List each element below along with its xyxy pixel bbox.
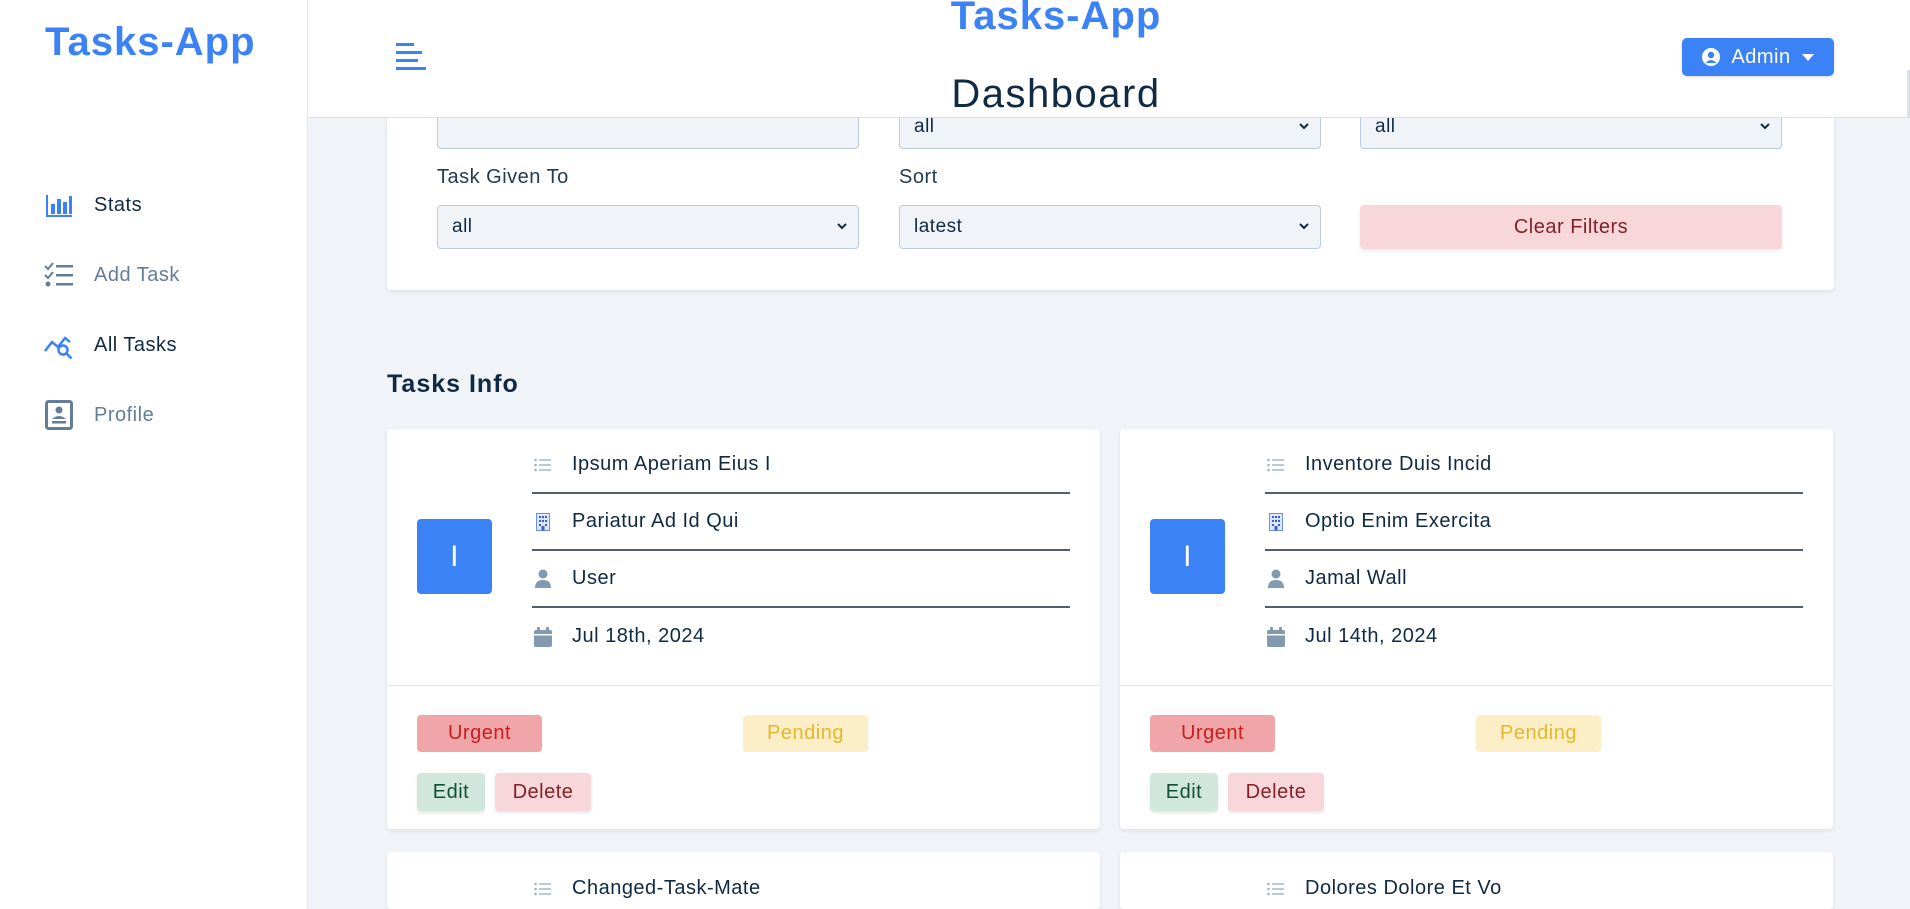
- task-title-row: Dolores Dolore Et Vo: [1265, 860, 1803, 909]
- task-card-header: I Inventore Duis Incid Optio Enim Exerci…: [1120, 429, 1833, 686]
- task-company-row: Pariatur Ad Id Qui: [532, 494, 1070, 551]
- edit-button[interactable]: Edit: [417, 773, 485, 811]
- calendar-icon: [532, 626, 554, 648]
- chart-search-icon: [44, 330, 74, 360]
- building-icon: [1265, 511, 1287, 533]
- priority-badge: Urgent: [1150, 715, 1275, 752]
- task-title-row: Inventore Duis Incid: [1265, 437, 1803, 494]
- task-company: Optio Enim Exercita: [1305, 510, 1492, 532]
- task-card: I Ipsum Aperiam Eius I Pariatur Ad Id Qu…: [387, 429, 1100, 829]
- sidebar-nav: Stats Add Task All Tasks Profile: [0, 170, 307, 450]
- user-icon: [1265, 568, 1287, 590]
- task-card-footer: Urgent Pending Edit Delete: [1120, 686, 1833, 829]
- caret-down-icon: [1801, 54, 1814, 61]
- delete-button[interactable]: Delete: [495, 773, 591, 811]
- clear-filters-button[interactable]: Clear Filters: [1360, 205, 1782, 249]
- status-badge: Pending: [1476, 715, 1601, 752]
- sidebar-item-add-task[interactable]: Add Task: [0, 240, 307, 310]
- list-icon: [532, 454, 554, 476]
- task-card-header: I Ipsum Aperiam Eius I Pariatur Ad Id Qu…: [387, 429, 1100, 686]
- user-circle-icon: [1702, 48, 1721, 66]
- menu-icon: [396, 43, 426, 70]
- sort-label: Sort: [899, 166, 938, 188]
- task-avatar: I: [417, 519, 492, 594]
- tasks-section-title: Tasks Info: [387, 370, 519, 398]
- task-avatar: I: [1150, 519, 1225, 594]
- user-menu-label: Admin: [1731, 45, 1791, 68]
- sidebar-logo[interactable]: Tasks-App: [45, 20, 256, 65]
- task-given-to-select[interactable]: all: [437, 205, 859, 249]
- select-value: all: [914, 116, 935, 137]
- task-list-icon: [44, 260, 74, 290]
- list-icon: [1265, 878, 1287, 900]
- sidebar-item-stats[interactable]: Stats: [0, 170, 307, 240]
- profile-card-icon: [44, 400, 74, 430]
- task-date: Jul 14th, 2024: [1305, 625, 1438, 647]
- chevron-down-icon: [1299, 223, 1309, 230]
- calendar-icon: [1265, 626, 1287, 648]
- task-assignee: User: [572, 567, 617, 589]
- task-title: Inventore Duis Incid: [1305, 453, 1492, 475]
- header-brand: Tasks-App: [950, 0, 1162, 38]
- task-company: Pariatur Ad Id Qui: [572, 510, 739, 532]
- delete-button[interactable]: Delete: [1228, 773, 1324, 811]
- task-card: Dolores Dolore Et Vo: [1120, 852, 1833, 909]
- sidebar-item-all-tasks[interactable]: All Tasks: [0, 310, 307, 380]
- task-date-row: Jul 18th, 2024: [532, 608, 1070, 665]
- sidebar-item-label: All Tasks: [94, 333, 178, 356]
- bar-chart-icon: [44, 190, 74, 220]
- task-date: Jul 18th, 2024: [572, 625, 705, 647]
- task-title-row: Changed-Task-Mate: [532, 860, 1070, 909]
- task-title: Dolores Dolore Et Vo: [1305, 877, 1502, 899]
- task-given-to-label: Task Given To: [437, 166, 569, 188]
- task-assignee-row: Jamal Wall: [1265, 551, 1803, 608]
- topbar: Tasks-App Dashboard Admin: [308, 0, 1910, 118]
- page-title: Dashboard: [951, 72, 1161, 116]
- chevron-down-icon: [1299, 123, 1309, 130]
- task-card: I Inventore Duis Incid Optio Enim Exerci…: [1120, 429, 1833, 829]
- task-title: Changed-Task-Mate: [572, 877, 761, 899]
- building-icon: [532, 511, 554, 533]
- task-assignee: Jamal Wall: [1305, 567, 1408, 589]
- edit-button[interactable]: Edit: [1150, 773, 1218, 811]
- sidebar: Tasks-App Stats Add Task All Tasks Profi…: [0, 0, 308, 909]
- select-value: all: [1375, 116, 1396, 137]
- task-card-footer: Urgent Pending Edit Delete: [387, 686, 1100, 829]
- status-badge: Pending: [743, 715, 868, 752]
- sidebar-toggle-button[interactable]: [394, 40, 428, 74]
- task-card: Changed-Task-Mate: [387, 852, 1100, 909]
- task-company-row: Optio Enim Exercita: [1265, 494, 1803, 551]
- priority-badge: Urgent: [417, 715, 542, 752]
- list-icon: [1265, 454, 1287, 476]
- select-value: all: [452, 216, 473, 237]
- sidebar-item-label: Add Task: [94, 263, 180, 286]
- task-date-row: Jul 14th, 2024: [1265, 608, 1803, 665]
- task-assignee-row: User: [532, 551, 1070, 608]
- user-menu-button[interactable]: Admin: [1682, 38, 1834, 76]
- task-title-row: Ipsum Aperiam Eius I: [532, 437, 1070, 494]
- list-icon: [532, 878, 554, 900]
- sidebar-item-label: Profile: [94, 403, 155, 426]
- sort-select[interactable]: latest: [899, 205, 1321, 249]
- task-title: Ipsum Aperiam Eius I: [572, 453, 771, 475]
- sidebar-item-profile[interactable]: Profile: [0, 380, 307, 450]
- chevron-down-icon: [1760, 123, 1770, 130]
- select-value: latest: [914, 216, 963, 237]
- chevron-down-icon: [837, 223, 847, 230]
- sidebar-item-label: Stats: [94, 193, 143, 216]
- user-icon: [532, 568, 554, 590]
